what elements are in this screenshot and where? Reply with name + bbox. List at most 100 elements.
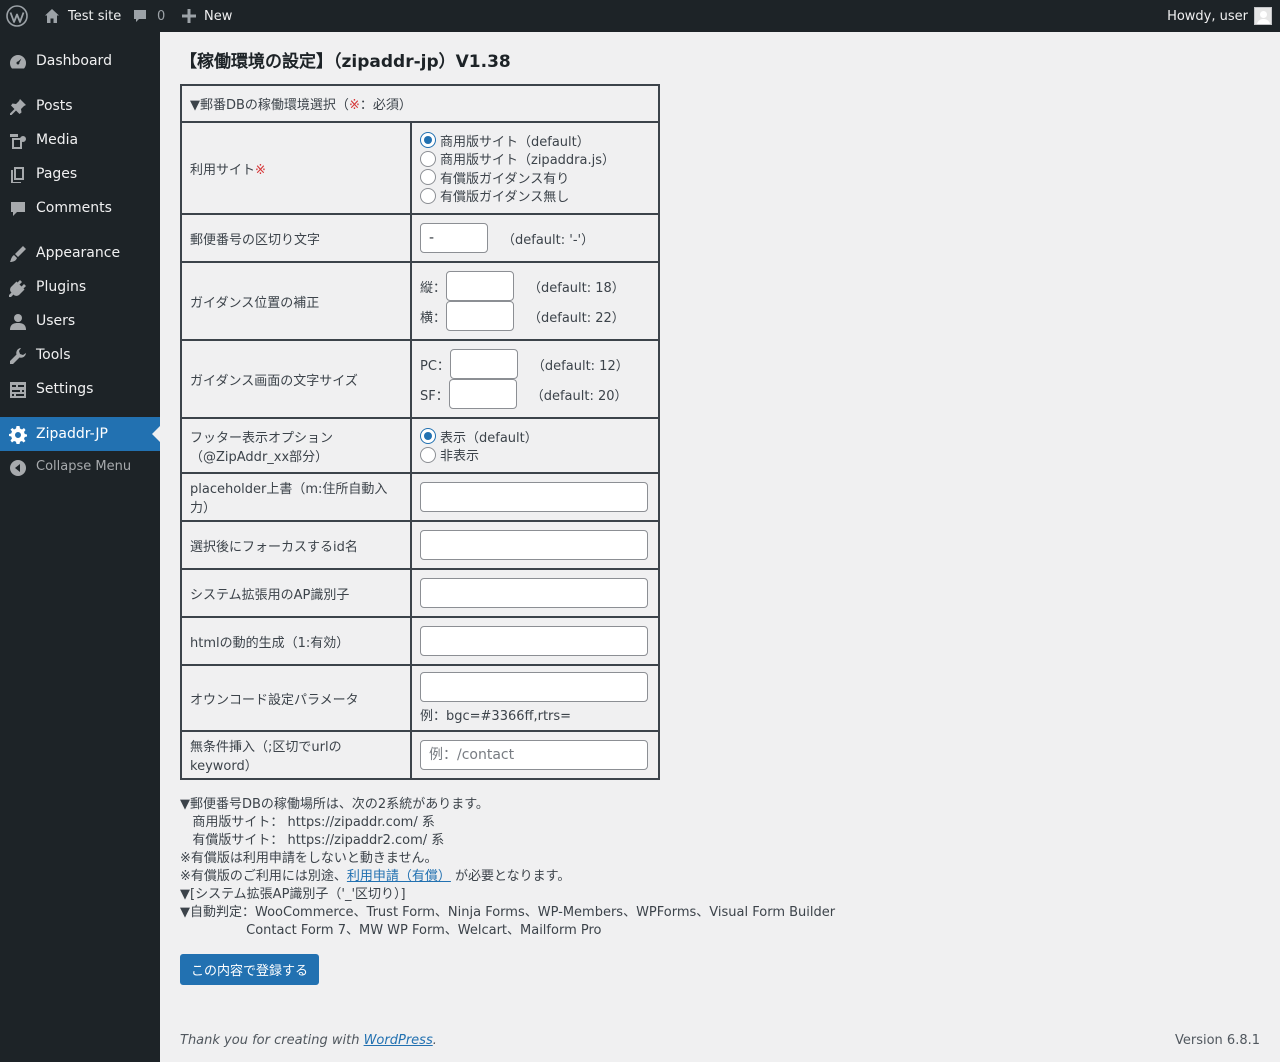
insert-keyword-input[interactable]: 例：/contact [420,740,648,770]
fontsize-row: ガイダンス画面の文字サイズ PC： （default: 12） SF： （def… [180,339,660,419]
collapse-icon [8,458,28,478]
submit-button[interactable]: この内容で登録する [180,954,319,985]
focus-id-input[interactable] [420,530,648,560]
horizontal-offset-input[interactable] [446,301,515,331]
insert-field-cell: 例：/contact [410,730,660,780]
comments-link[interactable]: 0 [132,0,165,32]
pages-icon [8,165,28,185]
ap-id-input[interactable] [420,578,648,608]
radio-button[interactable] [420,150,436,167]
comment-icon [8,199,28,219]
settings-sliders-icon [8,380,28,400]
separator-input[interactable]: - [420,223,488,253]
footer-thanks-text: Thank you for creating with [180,1033,364,1048]
radio-button-checked[interactable] [420,428,436,445]
table-header-suffix: ：必須） [359,98,412,113]
radio-button[interactable] [420,187,436,204]
fontsize-field-cell: PC： （default: 12） SF： （default: 20） [410,339,660,419]
note-line: Contact Form 7、MW WP Form、Welcart、Mailfo… [180,923,602,938]
focus-row: 選択後にフォーカスするid名 [180,520,660,570]
user-icon [8,312,28,332]
radio-label: 有償版ガイダンス有り [440,171,570,187]
dynamic-label: htmlの動的生成（1:有効） [180,616,412,666]
sidebar-item-users[interactable]: Users [0,304,160,338]
dashboard-icon [8,52,28,72]
page-title: 【稼働環境の設定】（zipaddr-jp）V1.38 [180,52,511,72]
wordpress-link[interactable]: WordPress [364,1033,433,1048]
footer-option-show[interactable]: 表示（default） [420,427,650,446]
separator-row: 郵便番号の区切り文字 - （default: '-'） [180,213,660,263]
account-menu[interactable]: Howdy, user [1167,0,1272,32]
site-label: 利用サイト [190,162,256,178]
radio-label: 商用版サイト（zipaddra.js） [440,153,615,169]
radio-button[interactable] [420,446,436,463]
sf-fontsize-input[interactable] [448,379,517,409]
ap-id-field-cell [410,568,660,618]
site-row: 利用サイト※ 商用版サイト（default） 商用版サイト（zipaddra.j… [180,121,660,215]
note-line: ▼郵便番号DBの稼働場所は、次の2系統があります。 [180,797,489,812]
wordpress-logo-icon[interactable] [6,0,28,32]
pc-fontsize-input[interactable] [449,349,518,379]
footer-option-cell: 表示（default） 非表示 [410,417,660,474]
footer-option-label-cell: フッター表示オプション （@ZipAddr_xx部分） [180,417,412,474]
sidebar-item-zipaddr-jp[interactable]: Zipaddr-JP [0,417,160,451]
sidebar-item-label: Posts [36,98,73,114]
home-icon [45,9,59,23]
sidebar-item-comments[interactable]: Comments [0,191,160,225]
sidebar-item-posts[interactable]: Posts [0,89,160,123]
separator-label: 郵便番号の区切り文字 [180,213,412,263]
vertical-label: 縦： [420,280,447,296]
radio-label: 非表示 [440,449,480,465]
new-content-link[interactable]: New [182,0,232,32]
horizontal-default-note: （default: 22） [528,310,625,326]
sidebar-item-plugins[interactable]: Plugins [0,270,160,304]
sidebar-item-pages[interactable]: Pages [0,157,160,191]
vertical-offset-input[interactable] [446,271,515,301]
sidebar-item-appearance[interactable]: Appearance [0,236,160,270]
site-label-cell: 利用サイト※ [180,121,412,215]
radio-button-checked[interactable] [420,132,436,149]
own-code-field-cell: 例：bgc=#3366ff,rtrs= [410,664,660,732]
sidebar-item-media[interactable]: Media [0,123,160,157]
sidebar-item-label: Dashboard [36,53,112,69]
footer-thanks: Thank you for creating with WordPress. [180,1033,437,1048]
sidebar-item-tools[interactable]: Tools [0,338,160,372]
table-header: ▼郵番DBの稼働環境選択（※：必須） [180,84,660,123]
sidebar-item-dashboard[interactable]: Dashboard [0,44,160,78]
sidebar-item-settings[interactable]: Settings [0,372,160,406]
placeholder-label: placeholder上書（m:住所自動入力） [180,472,412,522]
dynamic-html-input[interactable] [420,626,648,656]
placeholder-field-cell [410,472,660,522]
note-text: ※有償版のご利用には別途、 [180,869,347,884]
notes: ▼郵便番号DBの稼働場所は、次の2系統があります。 商用版サイト： https:… [180,796,835,940]
separator-default-note: （default: '-'） [502,232,595,248]
sf-default-note: （default: 20） [530,388,628,404]
collapse-menu-button[interactable]: Collapse Menu [0,450,160,484]
sidebar-item-label: Tools [36,347,71,363]
site-name-label: Test site [68,8,122,24]
own-code-row: オウンコード設定パラメータ 例：bgc=#3366ff,rtrs= [180,664,660,732]
footer-option-hide[interactable]: 非表示 [420,446,650,465]
own-code-input[interactable] [420,672,648,702]
sidebar-item-label: Settings [36,381,94,397]
sidebar-item-label: Collapse Menu [36,459,132,474]
sidebar-item-label: Comments [36,200,112,216]
site-option-paid-guidance[interactable]: 有償版ガイダンス有り [420,168,650,187]
site-option-paid-no-guidance[interactable]: 有償版ガイダンス無し [420,187,650,206]
admin-bar: Test site 0 New Howdy, user [0,0,1280,32]
insert-row: 無条件挿入（;区切でurlのkeyword） 例：/contact [180,730,660,780]
separator-field-cell: - （default: '-'） [410,213,660,263]
site-name-link[interactable]: Test site [44,0,121,32]
site-option-commercial[interactable]: 商用版サイト（default） [420,131,650,150]
placeholder-input[interactable] [420,482,648,512]
radio-button[interactable] [420,169,436,186]
pin-icon [8,97,28,117]
dynamic-field-cell [410,616,660,666]
note-line: ※有償版のご利用には別途、利用申請（有償） が必要となります。 [180,868,835,886]
wrench-icon [8,346,28,366]
plus-icon [182,9,196,23]
footer-option-label: フッター表示オプション [190,430,334,446]
radio-label: 有償版ガイダンス無し [440,190,570,206]
site-option-commercial-zipaddra[interactable]: 商用版サイト（zipaddra.js） [420,150,650,169]
apply-paid-link[interactable]: 利用申請（有償） [347,869,451,884]
